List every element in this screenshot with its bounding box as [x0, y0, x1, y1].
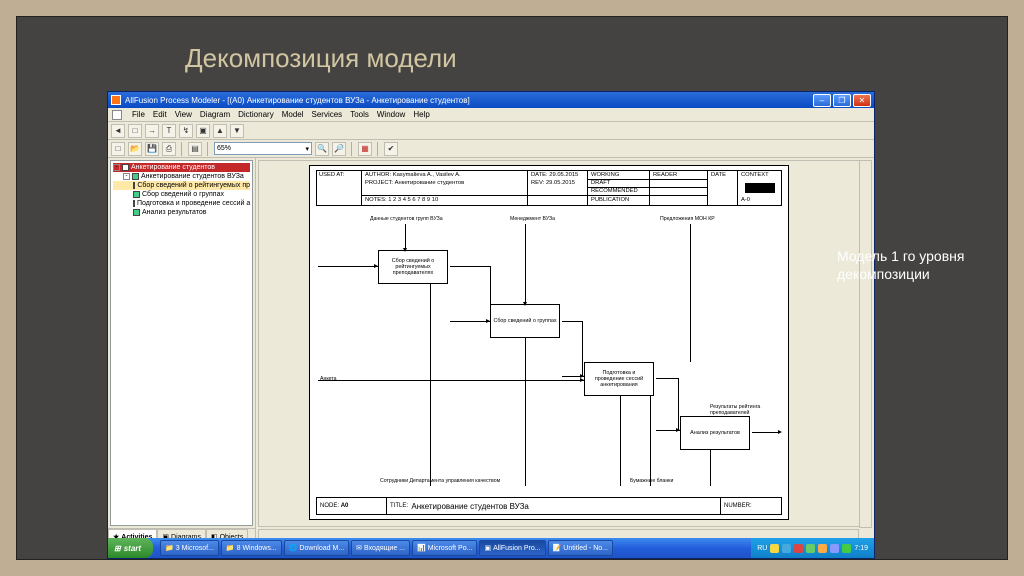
menu-diagram[interactable]: Diagram	[200, 110, 230, 119]
menu-tools[interactable]: Tools	[350, 110, 369, 119]
arrow-tool-icon[interactable]: →	[145, 124, 159, 138]
windows-logo-icon: ⊞	[114, 544, 121, 553]
pointer-tool-icon[interactable]: ◄	[111, 124, 125, 138]
window-titlebar[interactable]: AllFusion Process Modeler - [(A0) Анкети…	[108, 92, 874, 108]
print-icon[interactable]: ⎙	[162, 142, 176, 156]
diagram-label: Сотрудники Департамента управления качес…	[380, 478, 500, 484]
decompose-icon[interactable]: ▣	[196, 124, 210, 138]
diagram-label: Менеджмент ВУЗа	[510, 216, 555, 222]
tree-item[interactable]: Сбор сведений о группах	[113, 190, 250, 199]
menu-dictionary[interactable]: Dictionary	[238, 110, 274, 119]
zoom-combo[interactable]: 65%▾	[214, 142, 312, 155]
goto-parent-icon[interactable]: ▲	[213, 124, 227, 138]
menu-file[interactable]: File	[132, 110, 145, 119]
diagram-label: Предложения МОН КР	[660, 216, 715, 222]
diagram-canvas[interactable]: USED AT: AUTHOR: Kasymalieva A., Vasilev…	[258, 160, 872, 527]
spellcheck-icon[interactable]: ✔	[384, 142, 398, 156]
menu-edit[interactable]: Edit	[153, 110, 167, 119]
diagram-label: Данные студентов групп ВУЗа	[370, 216, 443, 222]
idef0-sheet: USED AT: AUTHOR: Kasymalieva A., Vasilev…	[309, 165, 789, 520]
tree-root[interactable]: - Анкетирование студентов	[113, 163, 250, 172]
open-icon[interactable]: 📂	[128, 142, 142, 156]
close-button[interactable]: ✕	[853, 94, 871, 107]
report-icon[interactable]: ▤	[188, 142, 202, 156]
vertical-scrollbar[interactable]	[859, 160, 872, 528]
tree-item[interactable]: Сбор сведений о рейтингуемых пр	[113, 181, 250, 190]
taskbar-item[interactable]: 📊 Microsoft Po...	[412, 540, 477, 556]
app-window: AllFusion Process Modeler - [(A0) Анкети…	[107, 91, 875, 559]
maximize-button[interactable]: ❐	[833, 94, 851, 107]
zoom-in-icon[interactable]: 🔍	[315, 142, 329, 156]
tray-icon[interactable]	[794, 544, 803, 553]
taskbar-item[interactable]: ✉ Входящие ...	[351, 540, 410, 556]
slide-title: Декомпозиция модели	[185, 43, 983, 74]
menu-view[interactable]: View	[175, 110, 192, 119]
menubar: File Edit View Diagram Dictionary Model …	[108, 108, 874, 122]
text-tool-icon[interactable]: T	[162, 124, 176, 138]
save-icon[interactable]: 💾	[145, 142, 159, 156]
toolbar-tools: ◄ □ → T ↯ ▣ ▲ ▼	[108, 122, 874, 140]
model-tree[interactable]: - Анкетирование студентов - Анкетировани…	[110, 160, 253, 526]
taskbar-item[interactable]: 🌐 Download M...	[284, 540, 349, 556]
menu-model[interactable]: Model	[282, 110, 304, 119]
menu-services[interactable]: Services	[312, 110, 343, 119]
diagram-label: Анкета	[320, 376, 337, 382]
language-indicator[interactable]: RU	[757, 545, 767, 552]
clock[interactable]: 7:19	[854, 545, 868, 552]
activity-tool-icon[interactable]: □	[128, 124, 142, 138]
tray-icon[interactable]	[842, 544, 851, 553]
window-title: AllFusion Process Modeler - [(A0) Анкети…	[125, 96, 470, 105]
slide-caption: Модель 1 го уровня декомпозиции	[837, 247, 977, 283]
app-icon	[111, 95, 121, 105]
tray-icon[interactable]	[782, 544, 791, 553]
taskbar-item[interactable]: ▣ AllFusion Pro...	[479, 540, 545, 556]
goto-child-icon[interactable]: ▼	[230, 124, 244, 138]
idef0-header: USED AT: AUTHOR: Kasymalieva A., Vasilev…	[316, 170, 782, 206]
tree-item[interactable]: Анализ результатов	[113, 208, 250, 217]
taskbar-item[interactable]: 📝 Untitled - No...	[548, 540, 613, 556]
start-button[interactable]: ⊞ start	[108, 538, 153, 558]
tray-icon[interactable]	[818, 544, 827, 553]
mdi-icon[interactable]	[112, 110, 122, 120]
tray-icon[interactable]	[806, 544, 815, 553]
system-tray[interactable]: RU 7:19	[751, 538, 874, 558]
model-explorer: - Анкетирование студентов - Анкетировани…	[108, 158, 256, 544]
taskbar-item[interactable]: 📁 3 Microsof...	[160, 540, 219, 556]
tree-item[interactable]: Подготовка и проведение сессий а	[113, 199, 250, 208]
idef0-footer: NODE: A0 TITLE: Анкетирование студентов …	[316, 497, 782, 515]
tray-icon[interactable]	[830, 544, 839, 553]
diagram-label: Бумажные бланки	[630, 478, 673, 484]
toolbar-standard: □ 📂 💾 ⎙ ▤ 65%▾ 🔍 🔎 ▦ ✔	[108, 140, 874, 158]
windows-taskbar: ⊞ start 📁 3 Microsof... 📁 8 Windows... 🌐…	[108, 538, 874, 558]
squiggle-tool-icon[interactable]: ↯	[179, 124, 193, 138]
activity-box-1[interactable]: Сбор сведений о рейтингуемых преподавате…	[378, 250, 448, 284]
tray-icon[interactable]	[770, 544, 779, 553]
model-explorer-icon[interactable]: ▦	[358, 142, 372, 156]
new-icon[interactable]: □	[111, 142, 125, 156]
activity-box-3[interactable]: Подготовка и проведение сессий анкетиров…	[584, 362, 654, 396]
diagram-label: Результаты рейтинга преподавателей	[710, 404, 780, 416]
activity-box-4[interactable]: Анализ результатов	[680, 416, 750, 450]
activity-box-2[interactable]: Сбор сведений о группах	[490, 304, 560, 338]
zoom-out-icon[interactable]: 🔎	[332, 142, 346, 156]
menu-help[interactable]: Help	[413, 110, 429, 119]
minimize-button[interactable]: –	[813, 94, 831, 107]
taskbar-item[interactable]: 📁 8 Windows...	[221, 540, 282, 556]
menu-window[interactable]: Window	[377, 110, 405, 119]
tree-item[interactable]: - Анкетирование студентов ВУЗа	[113, 172, 250, 181]
